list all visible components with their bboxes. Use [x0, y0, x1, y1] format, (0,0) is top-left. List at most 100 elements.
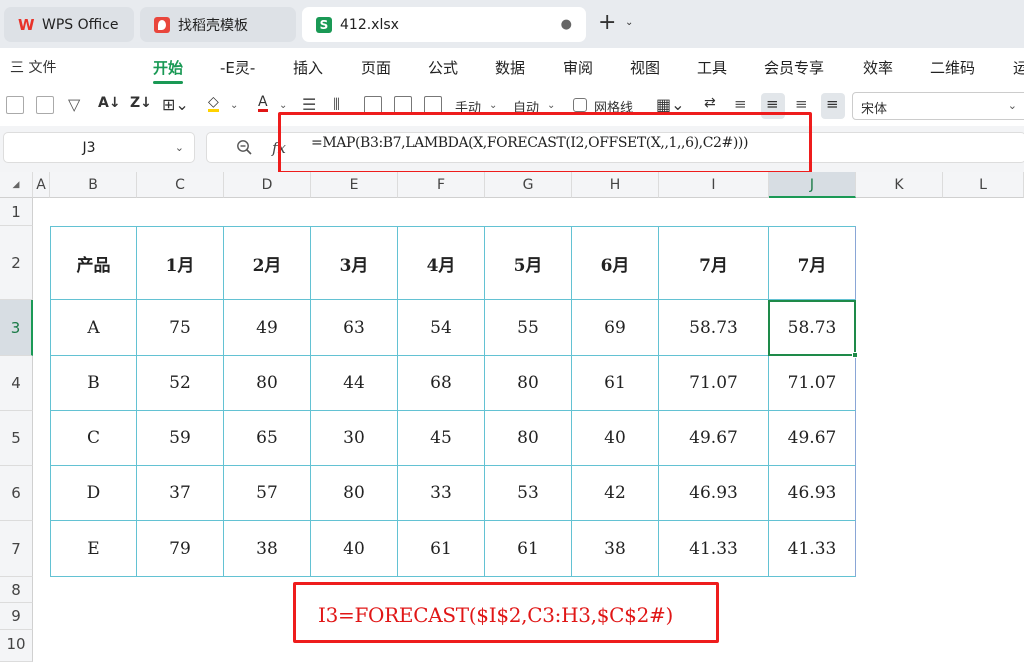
align-left-icon[interactable]: ≡ — [734, 95, 747, 113]
menu-page[interactable]: 页面 — [361, 57, 391, 78]
menu-e-ling[interactable]: -E灵- — [220, 57, 255, 78]
table-cell[interactable]: C — [50, 411, 137, 466]
paste-format-icon[interactable] — [36, 96, 54, 114]
table-header-cell[interactable]: 2月 — [224, 226, 311, 300]
table-cell[interactable]: 63 — [311, 300, 398, 356]
column-header[interactable]: E — [311, 172, 398, 198]
table-cell[interactable]: 53 — [485, 466, 572, 521]
table-cell[interactable]: 30 — [311, 411, 398, 466]
manual-chevron-icon[interactable]: ⌄ — [489, 100, 497, 111]
row-header[interactable]: 6 — [0, 466, 33, 521]
new-tab-plus-icon[interactable]: + — [598, 12, 616, 34]
table-cell[interactable]: 71.07 — [659, 356, 769, 411]
zoom-icon[interactable] — [236, 139, 252, 155]
table-cell[interactable]: 80 — [224, 356, 311, 411]
menu-qrcode[interactable]: 二维码 — [930, 57, 975, 78]
align-center-icon[interactable]: ≡ — [766, 95, 779, 113]
table-cell[interactable]: 40 — [311, 521, 398, 577]
row-header[interactable]: 9 — [0, 603, 33, 630]
table-cell[interactable]: 65 — [224, 411, 311, 466]
table-header-cell[interactable]: 5月 — [485, 226, 572, 300]
table-cell[interactable]: 37 — [137, 466, 224, 521]
name-box[interactable]: J3 ⌄ — [3, 132, 195, 163]
row-header[interactable]: 2 — [0, 226, 33, 300]
column-header[interactable]: C — [137, 172, 224, 198]
table-cell[interactable]: 55 — [485, 300, 572, 356]
align-right-icon[interactable]: ≡ — [795, 95, 808, 113]
menu-member[interactable]: 会员专享 — [764, 57, 824, 78]
tab-wps-office[interactable]: W WPS Office — [4, 7, 134, 42]
font-color-chevron-icon[interactable]: ⌄ — [279, 100, 287, 111]
row-header[interactable]: 7 — [0, 521, 33, 577]
table-header-cell[interactable]: 6月 — [572, 226, 659, 300]
column-header[interactable]: I — [659, 172, 769, 198]
row-header[interactable]: 4 — [0, 356, 33, 411]
table-cell[interactable]: A — [50, 300, 137, 356]
column-header[interactable]: F — [398, 172, 485, 198]
auto-chevron-icon[interactable]: ⌄ — [547, 100, 555, 111]
row-header-selected[interactable]: 3 — [0, 300, 33, 356]
table-cell[interactable]: E — [50, 521, 137, 577]
column-header-selected[interactable]: J — [769, 172, 856, 198]
menu-data[interactable]: 数据 — [495, 57, 525, 78]
table-cell[interactable]: 42 — [572, 466, 659, 521]
file-menu[interactable]: 三 文件 — [10, 57, 56, 77]
table-cell[interactable]: 54 — [398, 300, 485, 356]
column-header[interactable]: D — [224, 172, 311, 198]
table-cell[interactable]: 80 — [311, 466, 398, 521]
table-header-cell[interactable]: 1月 — [137, 226, 224, 300]
table-cell[interactable]: 45 — [398, 411, 485, 466]
table-cell[interactable]: 49.67 — [659, 411, 769, 466]
row-header[interactable]: 5 — [0, 411, 33, 466]
table-header-cell[interactable]: 产品 — [50, 226, 137, 300]
tab-daoke-templates[interactable]: 找稻壳模板 — [140, 7, 296, 42]
filter-icon[interactable]: ▽ — [68, 95, 80, 114]
table-cell[interactable]: 41.33 — [769, 521, 856, 577]
table-cell[interactable]: 61 — [572, 356, 659, 411]
column-header[interactable]: L — [943, 172, 1024, 198]
table-cell[interactable]: 49.67 — [769, 411, 856, 466]
menu-efficiency[interactable]: 效率 — [863, 57, 893, 78]
table-header-cell[interactable]: 7月 — [659, 226, 769, 300]
table-cell[interactable]: 52 — [137, 356, 224, 411]
fill-color-icon[interactable]: ◇ — [208, 95, 219, 112]
align-middle-icon[interactable]: ≡ — [826, 95, 839, 113]
table-cell[interactable]: 49 — [224, 300, 311, 356]
table-cell[interactable]: 75 — [137, 300, 224, 356]
table-cell[interactable]: 80 — [485, 411, 572, 466]
table-cell[interactable]: D — [50, 466, 137, 521]
row-header[interactable]: 8 — [0, 577, 33, 603]
sort-asc-icon[interactable]: A↓ — [98, 95, 121, 111]
menu-tools[interactable]: 工具 — [697, 57, 727, 78]
column-header[interactable]: A — [33, 172, 50, 198]
fill-color-chevron-icon[interactable]: ⌄ — [230, 100, 238, 111]
tab-412-xlsx[interactable]: S 412.xlsx ● — [302, 7, 586, 42]
font-family-select[interactable]: 宋体 ⌄ — [852, 92, 1024, 120]
number-format-icon[interactable] — [6, 96, 24, 114]
column-header[interactable]: K — [856, 172, 943, 198]
table-cell[interactable]: 44 — [311, 356, 398, 411]
menu-home[interactable]: 开始 — [153, 57, 183, 78]
table-cell[interactable]: 61 — [398, 521, 485, 577]
conditional-format-icon[interactable]: ⇄ — [704, 95, 716, 111]
menu-more[interactable]: 运 — [1013, 57, 1024, 78]
table-cell[interactable]: 71.07 — [769, 356, 856, 411]
table-cell[interactable]: 38 — [572, 521, 659, 577]
font-color-icon[interactable]: A — [258, 95, 268, 112]
table-cell[interactable]: 46.93 — [769, 466, 856, 521]
column-header[interactable]: G — [485, 172, 572, 198]
table-cell[interactable]: B — [50, 356, 137, 411]
fill-handle[interactable] — [852, 352, 858, 358]
row-header[interactable]: 10 — [0, 630, 33, 662]
table-cell[interactable]: 40 — [572, 411, 659, 466]
row-header[interactable]: 1 — [0, 198, 33, 226]
table-cell[interactable]: 38 — [224, 521, 311, 577]
table-cell[interactable]: 61 — [485, 521, 572, 577]
table-cell[interactable]: 68 — [398, 356, 485, 411]
sort-desc-icon[interactable]: Z↓ — [130, 95, 152, 111]
table-cell[interactable]: 69 — [572, 300, 659, 356]
menu-formula[interactable]: 公式 — [428, 57, 458, 78]
menu-insert[interactable]: 插入 — [293, 57, 323, 78]
table-cell[interactable]: 41.33 — [659, 521, 769, 577]
gridlines-checkbox[interactable] — [573, 98, 587, 112]
